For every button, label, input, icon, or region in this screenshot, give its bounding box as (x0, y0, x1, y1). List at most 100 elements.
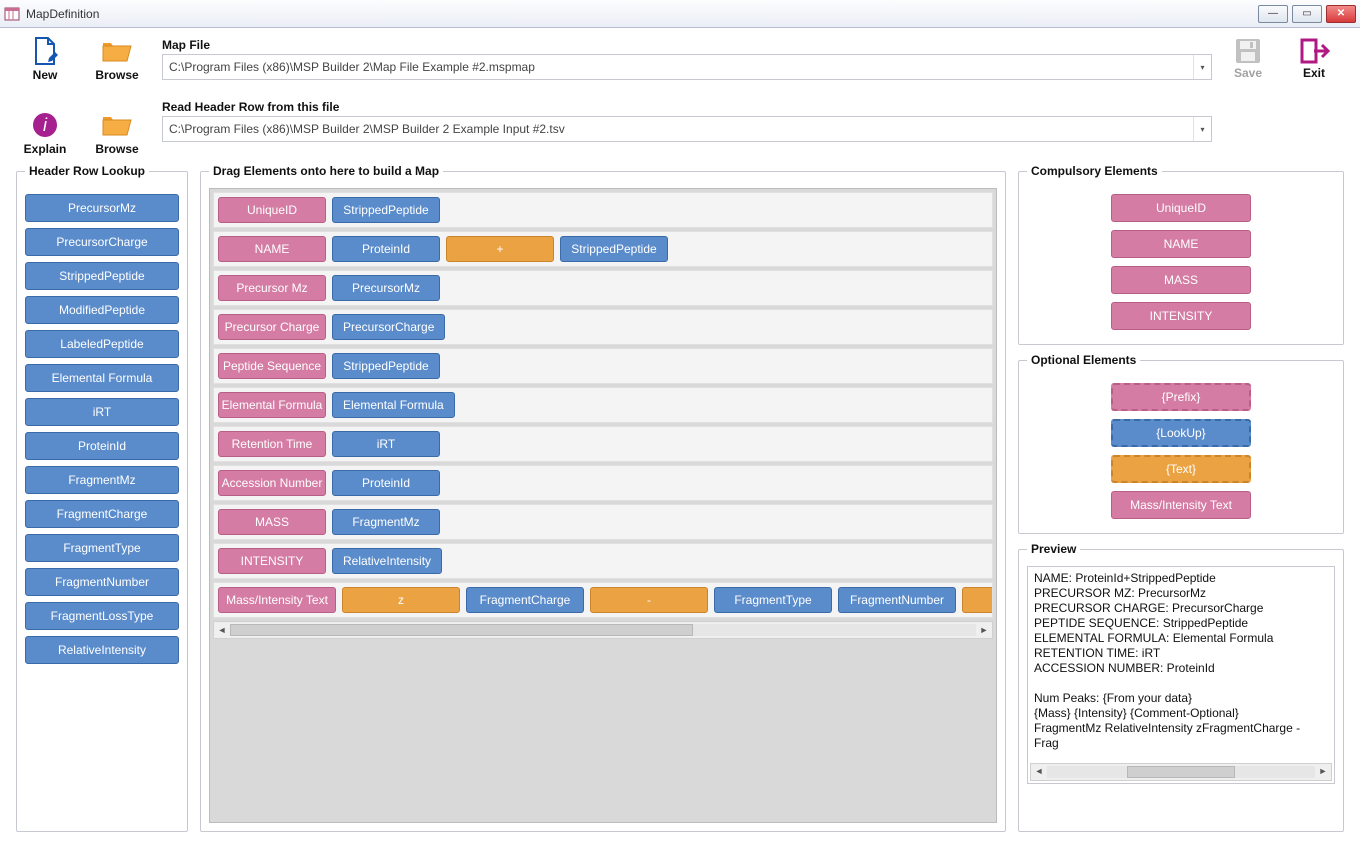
preview-line: ACCESSION NUMBER: ProteinId (1034, 661, 1328, 676)
builder-pill[interactable]: NAME (218, 236, 326, 262)
builder-canvas[interactable]: UniqueIDStrippedPeptideNAMEProteinId+Str… (209, 188, 997, 643)
builder-pill[interactable]: iRT (332, 431, 440, 457)
optional-item[interactable]: {Prefix} (1111, 383, 1251, 411)
builder-pill[interactable]: PrecursorMz (332, 275, 440, 301)
lookup-item[interactable]: FragmentMz (25, 466, 179, 494)
optional-panel: Optional Elements {Prefix}{LookUp}{Text}… (1018, 353, 1344, 534)
builder-pill[interactable]: ProteinId (332, 236, 440, 262)
builder-pill[interactable]: PrecursorCharge (332, 314, 445, 340)
maximize-button[interactable]: ▭ (1292, 5, 1322, 23)
compulsory-item[interactable]: NAME (1111, 230, 1251, 258)
map-file-label: Map File (162, 38, 1212, 52)
builder-pill[interactable]: MASS (218, 509, 326, 535)
builder-pill[interactable]: FragmentMz (332, 509, 440, 535)
preview-line: FragmentMz RelativeIntensity zFragmentCh… (1034, 721, 1328, 751)
builder-row[interactable]: Mass/Intensity TextzFragmentCharge-Fragm… (213, 582, 993, 618)
preview-line: ELEMENTAL FORMULA: Elemental Formula (1034, 631, 1328, 646)
builder-pill[interactable]: UniqueID (218, 197, 326, 223)
minimize-button[interactable]: — (1258, 5, 1288, 23)
window-title: MapDefinition (26, 7, 99, 21)
preview-line: RETENTION TIME: iRT (1034, 646, 1328, 661)
explain-button[interactable]: i Explain (18, 110, 72, 156)
preview-line: PRECURSOR CHARGE: PrecursorCharge (1034, 601, 1328, 616)
browse-map-button[interactable]: Browse (90, 36, 144, 82)
exit-button[interactable]: Exit (1296, 36, 1332, 80)
lookup-item[interactable]: PrecursorCharge (25, 228, 179, 256)
map-file-dropdown[interactable]: ▾ (1193, 55, 1211, 79)
compulsory-item[interactable]: INTENSITY (1111, 302, 1251, 330)
compulsory-panel: Compulsory Elements UniqueIDNAMEMASSINTE… (1018, 164, 1344, 345)
lookup-item[interactable]: FragmentCharge (25, 500, 179, 528)
builder-pill[interactable]: Precursor Mz (218, 275, 326, 301)
builder-row[interactable]: UniqueIDStrippedPeptide (213, 192, 993, 228)
builder-pill[interactable]: - (590, 587, 708, 613)
builder-row[interactable]: INTENSITYRelativeIntensity (213, 543, 993, 579)
lookup-item[interactable]: StrippedPeptide (25, 262, 179, 290)
builder-scrollbar[interactable]: ◄► (213, 621, 993, 639)
builder-pill[interactable]: INTENSITY (218, 548, 326, 574)
builder-empty-area[interactable] (209, 642, 997, 823)
builder-row[interactable]: MASSFragmentMz (213, 504, 993, 540)
builder-pill[interactable]: StrippedPeptide (332, 353, 440, 379)
builder-pill[interactable]: FragmentNumber (838, 587, 956, 613)
builder-pill[interactable]: StrippedPeptide (560, 236, 668, 262)
compulsory-item[interactable]: MASS (1111, 266, 1251, 294)
builder-row[interactable]: Retention TimeiRT (213, 426, 993, 462)
lookup-item[interactable]: LabeledPeptide (25, 330, 179, 358)
builder-pill[interactable]: Elemental Formula (332, 392, 455, 418)
builder-row[interactable]: Elemental FormulaElemental Formula (213, 387, 993, 423)
builder-pill[interactable]: & (962, 587, 993, 613)
preview-panel: Preview NAME: ProteinId+StrippedPeptideP… (1018, 542, 1344, 832)
builder-pill[interactable]: Precursor Charge (218, 314, 326, 340)
builder-pill[interactable]: FragmentCharge (466, 587, 584, 613)
builder-pill[interactable]: + (446, 236, 554, 262)
optional-item[interactable]: {LookUp} (1111, 419, 1251, 447)
compulsory-item[interactable]: UniqueID (1111, 194, 1251, 222)
preview-line: Num Peaks: {From your data} (1034, 691, 1328, 706)
builder-pill[interactable]: StrippedPeptide (332, 197, 440, 223)
builder-row[interactable]: Precursor ChargePrecursorCharge (213, 309, 993, 345)
lookup-item[interactable]: Elemental Formula (25, 364, 179, 392)
toolbar: New i Explain Browse Browse Map File (8, 36, 1352, 156)
preview-line (1034, 676, 1328, 691)
preview-text: NAME: ProteinId+StrippedPeptide PRECURSOR… (1027, 566, 1335, 784)
header-file-input[interactable] (163, 117, 1193, 141)
builder-pill[interactable]: Accession Number (218, 470, 326, 496)
app-icon (4, 6, 20, 22)
builder-pill[interactable]: z (342, 587, 460, 613)
map-file-input[interactable] (163, 55, 1193, 79)
builder-pill[interactable]: Mass/Intensity Text (218, 587, 336, 613)
lookup-item[interactable]: ProteinId (25, 432, 179, 460)
builder-row[interactable]: Peptide SequenceStrippedPeptide (213, 348, 993, 384)
titlebar: MapDefinition — ▭ ✕ (0, 0, 1360, 28)
preview-line: NAME: ProteinId+StrippedPeptide (1034, 571, 1328, 586)
builder-pill[interactable]: Elemental Formula (218, 392, 326, 418)
browse-header-button[interactable]: Browse (90, 110, 144, 156)
header-file-combo[interactable]: ▾ (162, 116, 1212, 142)
lookup-item[interactable]: PrecursorMz (25, 194, 179, 222)
preview-scrollbar[interactable]: ◄► (1030, 763, 1332, 781)
builder-pill[interactable]: FragmentType (714, 587, 832, 613)
header-lookup-panel: Header Row Lookup PrecursorMzPrecursorCh… (16, 164, 188, 832)
new-button[interactable]: New (18, 36, 72, 82)
builder-pill[interactable]: RelativeIntensity (332, 548, 442, 574)
header-file-dropdown[interactable]: ▾ (1193, 117, 1211, 141)
builder-pill[interactable]: Peptide Sequence (218, 353, 326, 379)
lookup-item[interactable]: FragmentNumber (25, 568, 179, 596)
lookup-item[interactable]: FragmentType (25, 534, 179, 562)
optional-item[interactable]: Mass/Intensity Text (1111, 491, 1251, 519)
map-file-combo[interactable]: ▾ (162, 54, 1212, 80)
builder-row[interactable]: Precursor MzPrecursorMz (213, 270, 993, 306)
builder-pill[interactable]: ProteinId (332, 470, 440, 496)
lookup-item[interactable]: ModifiedPeptide (25, 296, 179, 324)
optional-item[interactable]: {Text} (1111, 455, 1251, 483)
lookup-item[interactable]: iRT (25, 398, 179, 426)
close-button[interactable]: ✕ (1326, 5, 1356, 23)
lookup-item[interactable]: RelativeIntensity (25, 636, 179, 664)
lookup-item[interactable]: FragmentLossType (25, 602, 179, 630)
builder-pill[interactable]: Retention Time (218, 431, 326, 457)
save-button[interactable]: Save (1230, 36, 1266, 80)
preview-line: {Mass} {Intensity} {Comment-Optional} (1034, 706, 1328, 721)
builder-row[interactable]: Accession NumberProteinId (213, 465, 993, 501)
builder-row[interactable]: NAMEProteinId+StrippedPeptide (213, 231, 993, 267)
